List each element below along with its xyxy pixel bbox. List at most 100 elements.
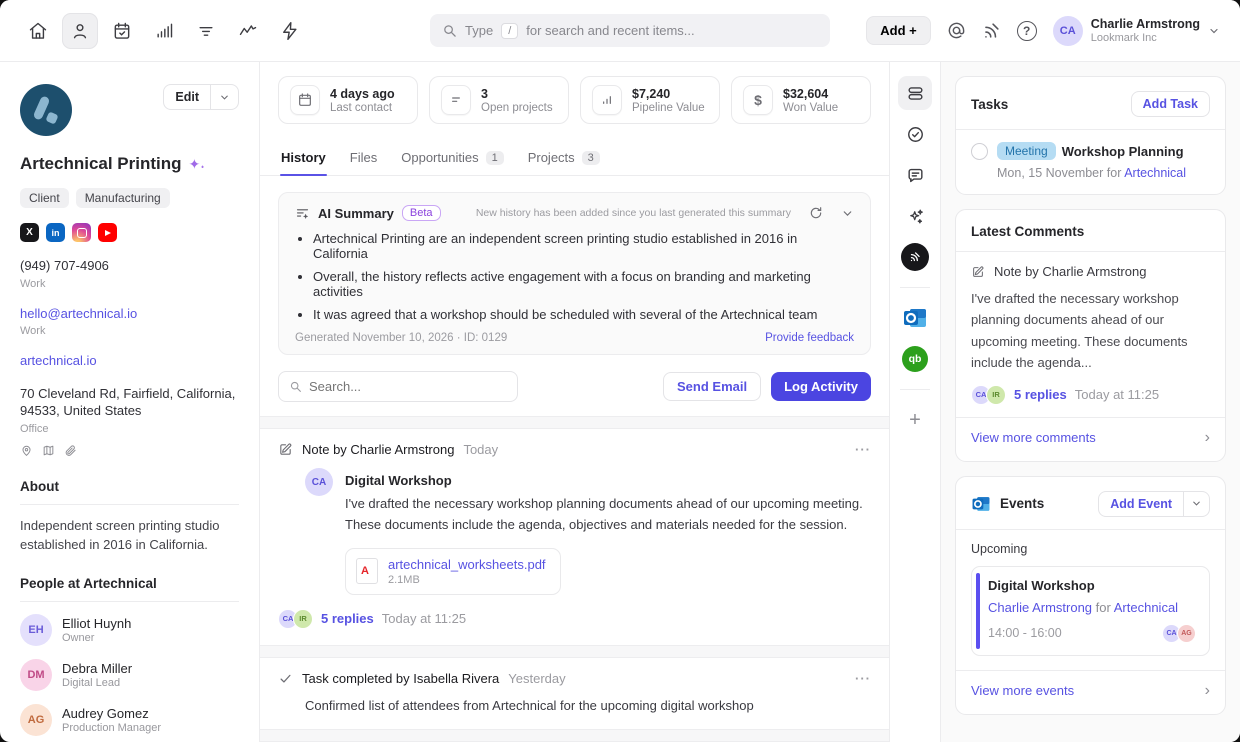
list-icon[interactable] xyxy=(188,13,224,49)
task-body: Confirmed list of attendees from Artechn… xyxy=(278,698,871,713)
user-menu[interactable]: CA Charlie Armstrong Lookmark Inc xyxy=(1053,16,1220,46)
people-icon[interactable] xyxy=(62,13,98,49)
tab-projects[interactable]: Projects3 xyxy=(527,142,601,175)
global-search[interactable]: Type / for search and recent items... xyxy=(430,14,830,47)
map-icon[interactable] xyxy=(42,444,55,457)
ai-summary-title: AI Summary xyxy=(318,206,394,221)
mentions-icon[interactable] xyxy=(947,21,966,40)
edit-button[interactable]: Edit xyxy=(164,85,210,109)
ai-summary-icon xyxy=(295,206,310,221)
task-item: Meeting Workshop Planning Mon, 15 Novemb… xyxy=(971,142,1210,180)
tab-files[interactable]: Files xyxy=(349,142,378,175)
more-menu-icon[interactable]: ··· xyxy=(855,442,871,457)
x-icon[interactable]: X xyxy=(20,223,39,242)
email-label: Work xyxy=(20,325,239,337)
view-more-comments-link[interactable]: View more comments › xyxy=(971,418,1210,457)
stat-label: Last contact xyxy=(330,102,395,114)
paperclip-icon[interactable] xyxy=(64,444,77,457)
feed-search-input[interactable] xyxy=(309,379,507,394)
note-title: Digital Workshop xyxy=(345,473,871,488)
help-icon[interactable]: ? xyxy=(1017,21,1037,41)
crm-app: Type / for search and recent items... Ad… xyxy=(0,0,1240,742)
person-row-audrey[interactable]: AG Audrey Gomez Production Manager xyxy=(20,704,239,736)
linkedin-icon[interactable]: in xyxy=(46,223,65,242)
event-item[interactable]: Digital Workshop Charlie Armstrong for A… xyxy=(971,566,1210,656)
add-event-chevron-icon[interactable] xyxy=(1183,492,1209,516)
refresh-icon[interactable] xyxy=(809,206,823,220)
add-button[interactable]: Add + xyxy=(866,16,930,45)
company-sidebar: Edit Artechnical Printing ✦˖ Client Manu… xyxy=(0,62,260,742)
task-checkbox[interactable] xyxy=(971,143,988,160)
tab-history[interactable]: History xyxy=(280,142,327,175)
event-organizer-link[interactable]: Charlie Armstrong xyxy=(988,600,1092,615)
person-role: Production Manager xyxy=(62,722,161,734)
sparkle-icon[interactable]: ✦˖ xyxy=(189,156,205,173)
outlook-icon[interactable] xyxy=(898,301,932,335)
comment-text: I've drafted the necessary workshop plan… xyxy=(971,288,1210,374)
activity-icon[interactable] xyxy=(230,13,266,49)
stat-pipeline-value[interactable]: $7,240Pipeline Value xyxy=(580,76,720,124)
bolt-icon[interactable] xyxy=(272,13,308,49)
replies-link[interactable]: 5 replies xyxy=(1014,387,1067,402)
task-title[interactable]: Workshop Planning xyxy=(1062,144,1184,159)
feed-item-header: Task completed by Isabella Rivera xyxy=(302,671,499,686)
collapse-chevron-icon[interactable] xyxy=(841,207,854,220)
user-org: Lookmark Inc xyxy=(1091,32,1200,44)
tag-manufacturing[interactable]: Manufacturing xyxy=(76,188,170,208)
phone-label: Work xyxy=(20,278,239,290)
tab-opportunities[interactable]: Opportunities1 xyxy=(400,142,504,175)
feed-item-task: Task completed by Isabella Rivera Yester… xyxy=(260,658,889,729)
task-company-link[interactable]: Artechnical xyxy=(1124,166,1186,180)
person-row-debra[interactable]: DM Debra Miller Digital Lead xyxy=(20,659,239,691)
tag-client[interactable]: Client xyxy=(20,188,69,208)
attachment-card[interactable]: artechnical_worksheets.pdf 2.1MB xyxy=(345,548,561,595)
event-company-link[interactable]: Artechnical xyxy=(1114,600,1178,615)
avatar: CA xyxy=(305,468,333,496)
more-menu-icon[interactable]: ··· xyxy=(855,671,871,686)
youtube-icon[interactable] xyxy=(98,223,117,242)
phone-value[interactable]: (949) 707-4906 xyxy=(20,257,239,275)
stat-open-projects[interactable]: 3Open projects xyxy=(429,76,569,124)
bar-chart-icon[interactable] xyxy=(146,13,182,49)
instagram-icon[interactable] xyxy=(72,223,91,242)
send-email-button[interactable]: Send Email xyxy=(663,372,761,401)
upcoming-label: Upcoming xyxy=(971,542,1210,556)
edit-dropdown-chevron-icon[interactable] xyxy=(210,85,238,109)
calendar-icon[interactable] xyxy=(104,13,140,49)
add-event-split-button: Add Event xyxy=(1098,491,1210,517)
ai-summary-notice: New history has been added since you las… xyxy=(476,207,791,219)
attachment-name[interactable]: artechnical_worksheets.pdf xyxy=(388,557,546,572)
website-link[interactable]: artechnical.io xyxy=(20,352,239,370)
add-event-button[interactable]: Add Event xyxy=(1099,492,1183,516)
quickbooks-icon[interactable]: qb xyxy=(898,342,932,376)
stat-last-contact[interactable]: 4 days agoLast contact xyxy=(278,76,418,124)
sparkles-icon[interactable] xyxy=(898,199,932,233)
provide-feedback-link[interactable]: Provide feedback xyxy=(765,332,854,344)
note-icon xyxy=(971,265,985,279)
feed-divider xyxy=(260,729,889,742)
event-time: 14:00 - 16:00 xyxy=(988,626,1062,640)
broadcast-icon[interactable] xyxy=(982,21,1001,40)
rows-icon[interactable] xyxy=(898,76,932,110)
add-integration-icon[interactable]: + xyxy=(898,403,932,437)
comment-icon[interactable] xyxy=(898,158,932,192)
location-pin-icon[interactable] xyxy=(20,444,33,457)
home-icon[interactable] xyxy=(20,13,56,49)
address-label: Office xyxy=(20,423,239,435)
person-row-elliot[interactable]: EH Elliot Huynh Owner xyxy=(20,614,239,646)
avatar: DM xyxy=(20,659,52,691)
view-more-events-link[interactable]: View more events › xyxy=(971,671,1210,710)
broadcast-app-icon[interactable] xyxy=(898,240,932,274)
email-link[interactable]: hello@artechnical.io xyxy=(20,305,239,323)
avatar: AG xyxy=(1177,624,1196,643)
stats-row: 4 days agoLast contact 3Open projects $7… xyxy=(260,62,889,136)
add-task-button[interactable]: Add Task xyxy=(1131,91,1210,117)
check-icon xyxy=(278,671,293,686)
search-icon xyxy=(442,23,457,38)
stat-won-value[interactable]: $ $32,604Won Value xyxy=(731,76,871,124)
log-activity-button[interactable]: Log Activity xyxy=(771,372,871,401)
check-circle-icon[interactable] xyxy=(898,117,932,151)
feed-search-field[interactable] xyxy=(278,371,518,402)
replies-link[interactable]: 5 replies xyxy=(321,611,374,626)
search-icon xyxy=(289,380,302,393)
